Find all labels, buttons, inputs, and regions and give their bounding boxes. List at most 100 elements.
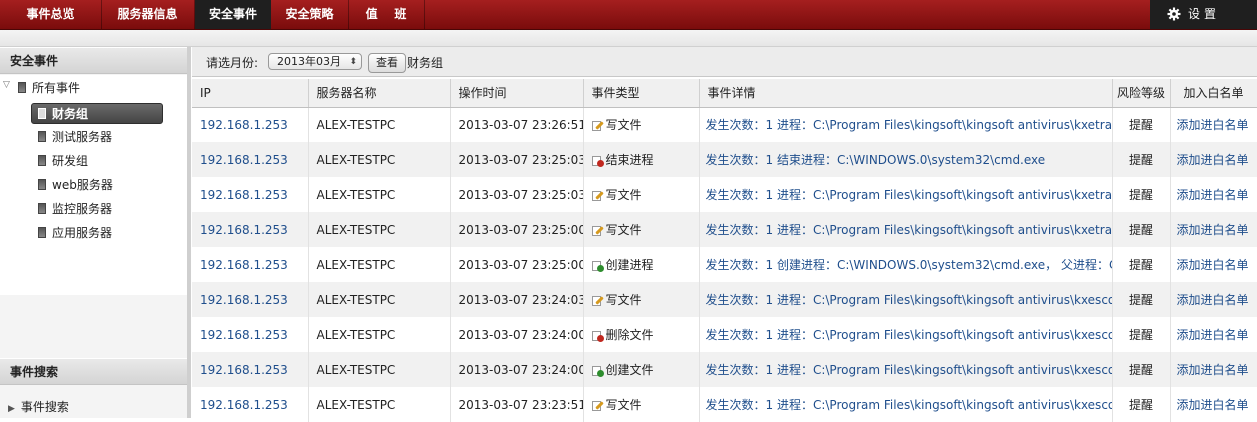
type-label: 结束进程 <box>605 153 654 167</box>
cell-risk: 提醒 <box>1112 212 1171 247</box>
table-row[interactable]: 192.168.1.253 ALEX-TESTPC 2013-03-07 23:25… <box>192 177 1257 212</box>
delete-file-icon <box>591 330 604 342</box>
tab-server-info[interactable]: 服务器信息 <box>101 0 195 29</box>
table-row[interactable]: 192.168.1.253 ALEX-TESTPC 2013-03-07 23:25… <box>192 212 1257 247</box>
write-file-icon <box>591 225 604 236</box>
cell-detail[interactable]: 发生次数：1 进程：C:\Program Files\kingsoft\king… <box>699 107 1113 142</box>
cell-time: 2013-03-07 23:25:03 <box>450 177 584 212</box>
cell-type: 创建文件 <box>583 352 700 387</box>
cell-server: ALEX-TESTPC <box>308 387 451 422</box>
add-whitelist-link[interactable]: 添加进白名单 <box>1170 282 1257 317</box>
cell-server: ALEX-TESTPC <box>308 282 451 317</box>
tree-item-monitor-servers[interactable]: 监控服务器 <box>38 199 112 219</box>
month-select[interactable]: 2013年03月 ⬍ <box>268 53 362 70</box>
cell-detail[interactable]: 发生次数：1 结束进程：C:\WINDOWS.0\system32\cmd.ex… <box>699 142 1113 177</box>
cell-detail[interactable]: 发生次数：1 进程：C:\Program Files\kingsoft\king… <box>699 387 1113 422</box>
table-row[interactable]: 192.168.1.253 ALEX-TESTPC 2013-03-07 23:25… <box>192 247 1257 282</box>
tree-item-finance[interactable]: 财务组 <box>31 103 163 124</box>
cell-ip: 192.168.1.253 <box>192 352 309 387</box>
query-button[interactable]: 查看 <box>368 53 406 73</box>
cell-type: 创建进程 <box>583 247 700 282</box>
type-label: 创建进程 <box>605 258 654 272</box>
tree-item-test-servers[interactable]: 测试服务器 <box>38 127 112 147</box>
event-search-link[interactable]: ▶ 事件搜索 <box>8 397 69 417</box>
table-row[interactable]: 192.168.1.253 ALEX-TESTPC 2013-03-07 23:23… <box>192 387 1257 422</box>
cell-risk: 提醒 <box>1112 247 1171 282</box>
add-whitelist-link[interactable]: 添加进白名单 <box>1170 352 1257 387</box>
tab-overview[interactable]: 事件总览 <box>0 0 102 29</box>
tree-item-all-events[interactable]: 所有事件 <box>18 78 80 98</box>
server-icon <box>38 227 46 238</box>
type-label: 写文件 <box>605 188 642 202</box>
table-row[interactable]: 192.168.1.253 ALEX-TESTPC 2013-03-07 23:24… <box>192 282 1257 317</box>
month-value: 2013年03月 <box>277 55 341 68</box>
tree-item-rnd[interactable]: 研发组 <box>38 151 88 171</box>
cell-detail[interactable]: 发生次数：1 创建进程：C:\WINDOWS.0\system32\cmd.ex… <box>699 247 1113 282</box>
col-header-risk[interactable]: 风险等级 <box>1112 79 1171 108</box>
server-icon <box>18 82 26 93</box>
cell-server: ALEX-TESTPC <box>308 247 451 282</box>
tree-item-label: 研发组 <box>52 154 89 168</box>
col-header-server[interactable]: 服务器名称 <box>308 79 451 108</box>
table-row[interactable]: 192.168.1.253 ALEX-TESTPC 2013-03-07 23:24… <box>192 352 1257 387</box>
cell-ip: 192.168.1.253 <box>192 282 309 317</box>
add-whitelist-link[interactable]: 添加进白名单 <box>1170 247 1257 282</box>
cell-detail[interactable]: 发生次数：1 进程：C:\Program Files\kingsoft\king… <box>699 317 1113 352</box>
cell-time: 2013-03-07 23:25:03 <box>450 142 584 177</box>
sub-strip <box>0 30 1257 47</box>
search-header: 事件搜索 <box>0 358 187 385</box>
tree-item-label: web服务器 <box>52 178 113 192</box>
tree-item-label: 监控服务器 <box>52 202 113 216</box>
collapse-arrow-icon[interactable]: ▽ <box>3 80 10 90</box>
create-process-icon <box>591 260 604 272</box>
tab-duty[interactable]: 值 班 <box>348 0 425 29</box>
tree-item-app-servers[interactable]: 应用服务器 <box>38 223 112 243</box>
events-table: IP 服务器名称 操作时间 事件类型 事件详情 风险等级 加入白名单 192.1… <box>192 79 1257 422</box>
month-label: 请选月份: <box>206 56 259 70</box>
tree-item-label: 财务组 <box>52 107 89 121</box>
cell-time: 2013-03-07 23:25:00 <box>450 212 584 247</box>
cell-risk: 提醒 <box>1112 142 1171 177</box>
settings-button[interactable]: 设置 <box>1150 0 1257 29</box>
cell-time: 2013-03-07 23:26:51 <box>450 107 584 142</box>
cell-risk: 提醒 <box>1112 352 1171 387</box>
cell-detail[interactable]: 发生次数：1 进程：C:\Program Files\kingsoft\king… <box>699 177 1113 212</box>
add-whitelist-link[interactable]: 添加进白名单 <box>1170 177 1257 212</box>
table-row[interactable]: 192.168.1.253 ALEX-TESTPC 2013-03-07 23:25… <box>192 142 1257 177</box>
col-header-time[interactable]: 操作时间 <box>450 79 584 108</box>
col-header-type[interactable]: 事件类型 <box>583 79 700 108</box>
add-whitelist-link[interactable]: 添加进白名单 <box>1170 387 1257 422</box>
write-file-icon <box>591 190 604 201</box>
type-label: 创建文件 <box>605 363 654 377</box>
cell-server: ALEX-TESTPC <box>308 177 451 212</box>
add-whitelist-link[interactable]: 添加进白名单 <box>1170 317 1257 352</box>
main-panel: 请选月份: 2013年03月 ⬍ 查看 财务组 IP 服务器名称 操作时间 事件类… <box>192 47 1257 422</box>
col-header-ip[interactable]: IP <box>192 79 309 108</box>
cell-time: 2013-03-07 23:24:00 <box>450 352 584 387</box>
filter-toolbar: 请选月份: 2013年03月 ⬍ 查看 财务组 <box>192 47 1257 77</box>
splitter[interactable] <box>187 47 191 418</box>
add-whitelist-link[interactable]: 添加进白名单 <box>1170 107 1257 142</box>
cell-detail[interactable]: 发生次数：1 进程：C:\Program Files\kingsoft\king… <box>699 212 1113 247</box>
cell-type: 删除文件 <box>583 317 700 352</box>
tree-item-web-servers[interactable]: web服务器 <box>38 175 113 195</box>
cell-detail[interactable]: 发生次数：1 进程：C:\Program Files\kingsoft\king… <box>699 282 1113 317</box>
add-whitelist-link[interactable]: 添加进白名单 <box>1170 142 1257 177</box>
add-whitelist-link[interactable]: 添加进白名单 <box>1170 212 1257 247</box>
type-label: 写文件 <box>605 293 642 307</box>
tab-security-policy[interactable]: 安全策略 <box>271 0 349 29</box>
cell-type: 结束进程 <box>583 142 700 177</box>
table-row[interactable]: 192.168.1.253 ALEX-TESTPC 2013-03-07 23:26… <box>192 107 1257 142</box>
event-search-label: 事件搜索 <box>20 400 69 414</box>
col-header-detail[interactable]: 事件详情 <box>699 79 1113 108</box>
col-header-whitelist[interactable]: 加入白名单 <box>1170 79 1257 108</box>
cell-server: ALEX-TESTPC <box>308 352 451 387</box>
cell-server: ALEX-TESTPC <box>308 142 451 177</box>
server-icon <box>38 131 46 142</box>
cell-detail[interactable]: 发生次数：1 进程：C:\Program Files\kingsoft\king… <box>699 352 1113 387</box>
write-file-icon <box>591 400 604 411</box>
tab-security-events[interactable]: 安全事件 <box>195 0 271 29</box>
table-header-row: IP 服务器名称 操作时间 事件类型 事件详情 风险等级 加入白名单 <box>192 79 1257 108</box>
table-row[interactable]: 192.168.1.253 ALEX-TESTPC 2013-03-07 23:24… <box>192 317 1257 352</box>
server-icon <box>38 203 46 214</box>
